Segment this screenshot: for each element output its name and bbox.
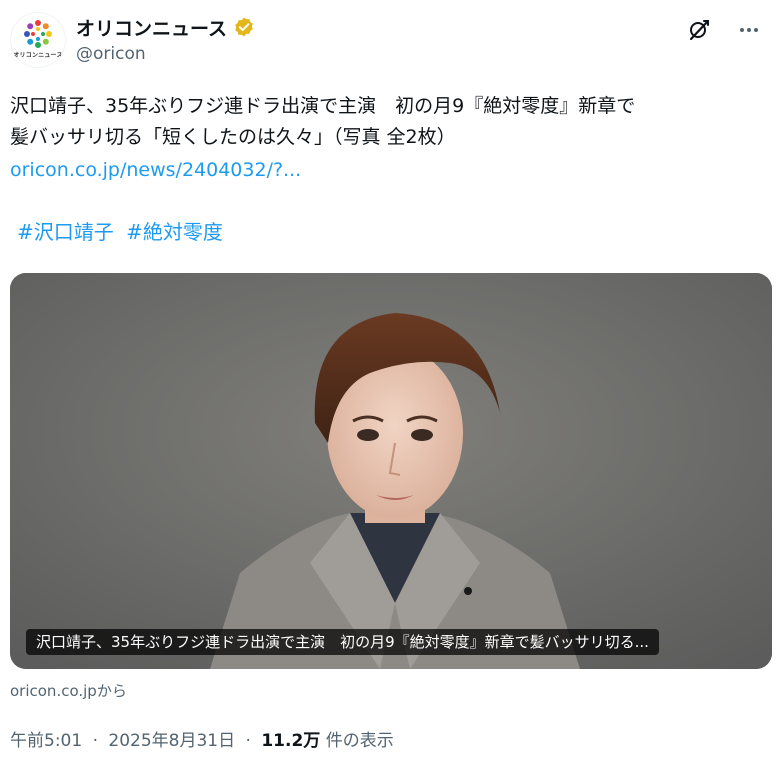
post-date[interactable]: 2025年8月31日 [108, 731, 235, 751]
post-time[interactable]: 午前5:01 [10, 731, 82, 751]
media-photo [10, 273, 772, 669]
views-label: 件の表示 [325, 731, 394, 751]
grok-icon[interactable] [685, 16, 713, 44]
display-name[interactable]: オリコンニュース [76, 14, 227, 41]
author-names: オリコンニュース @oricon [76, 14, 255, 64]
post-meta: 午前5:01 · 2025年8月31日 · 11.2万 件の表示 [10, 726, 394, 751]
hashtags: #沢口靖子 #絶対零度 [10, 217, 770, 248]
avatar-logo [24, 20, 52, 48]
media-caption: 沢口靖子、35年ぶりフジ連ドラ出演で主演 初の月9『絶対零度』新章で髪バッサリ切… [26, 629, 659, 655]
meta-separator: · [92, 731, 98, 751]
avatar-caption: オリコンニュース [13, 52, 63, 59]
post-text-line-2: 髪バッサリ切る「短くしたのは久々」（写真 全2枚） [10, 126, 456, 148]
post-link-line: oricon.co.jp/news/2404032/?... [10, 155, 770, 186]
link-source[interactable]: oricon.co.jpから [10, 680, 127, 701]
meta-separator: · [245, 731, 251, 751]
display-name-row: オリコンニュース [76, 14, 255, 40]
post-link[interactable]: oricon.co.jp/news/2404032/?... [10, 159, 301, 181]
post-text-line-1: 沢口靖子、35年ぶりフジ連ドラ出演で主演 初の月9『絶対零度』新章で [10, 95, 636, 117]
post: オリコンニュース オリコンニュース @oricon 沢口靖子、35年ぶりフジ連ド… [0, 0, 777, 766]
views-count[interactable]: 11.2万 [261, 731, 320, 751]
media-card[interactable]: 沢口靖子、35年ぶりフジ連ドラ出演で主演 初の月9『絶対零度』新章で髪バッサリ切… [10, 273, 772, 669]
header-actions [685, 16, 763, 44]
handle[interactable]: @oricon [76, 44, 255, 64]
hashtag-link[interactable]: #沢口靖子 [17, 220, 114, 244]
hashtag-link[interactable]: #絶対零度 [126, 220, 223, 244]
verified-badge-icon[interactable] [233, 16, 255, 38]
post-text: 沢口靖子、35年ぶりフジ連ドラ出演で主演 初の月9『絶対零度』新章で 髪バッサリ… [10, 91, 770, 248]
more-icon[interactable] [735, 16, 763, 44]
avatar[interactable]: オリコンニュース [10, 12, 66, 68]
post-header: オリコンニュース オリコンニュース @oricon [10, 10, 763, 74]
